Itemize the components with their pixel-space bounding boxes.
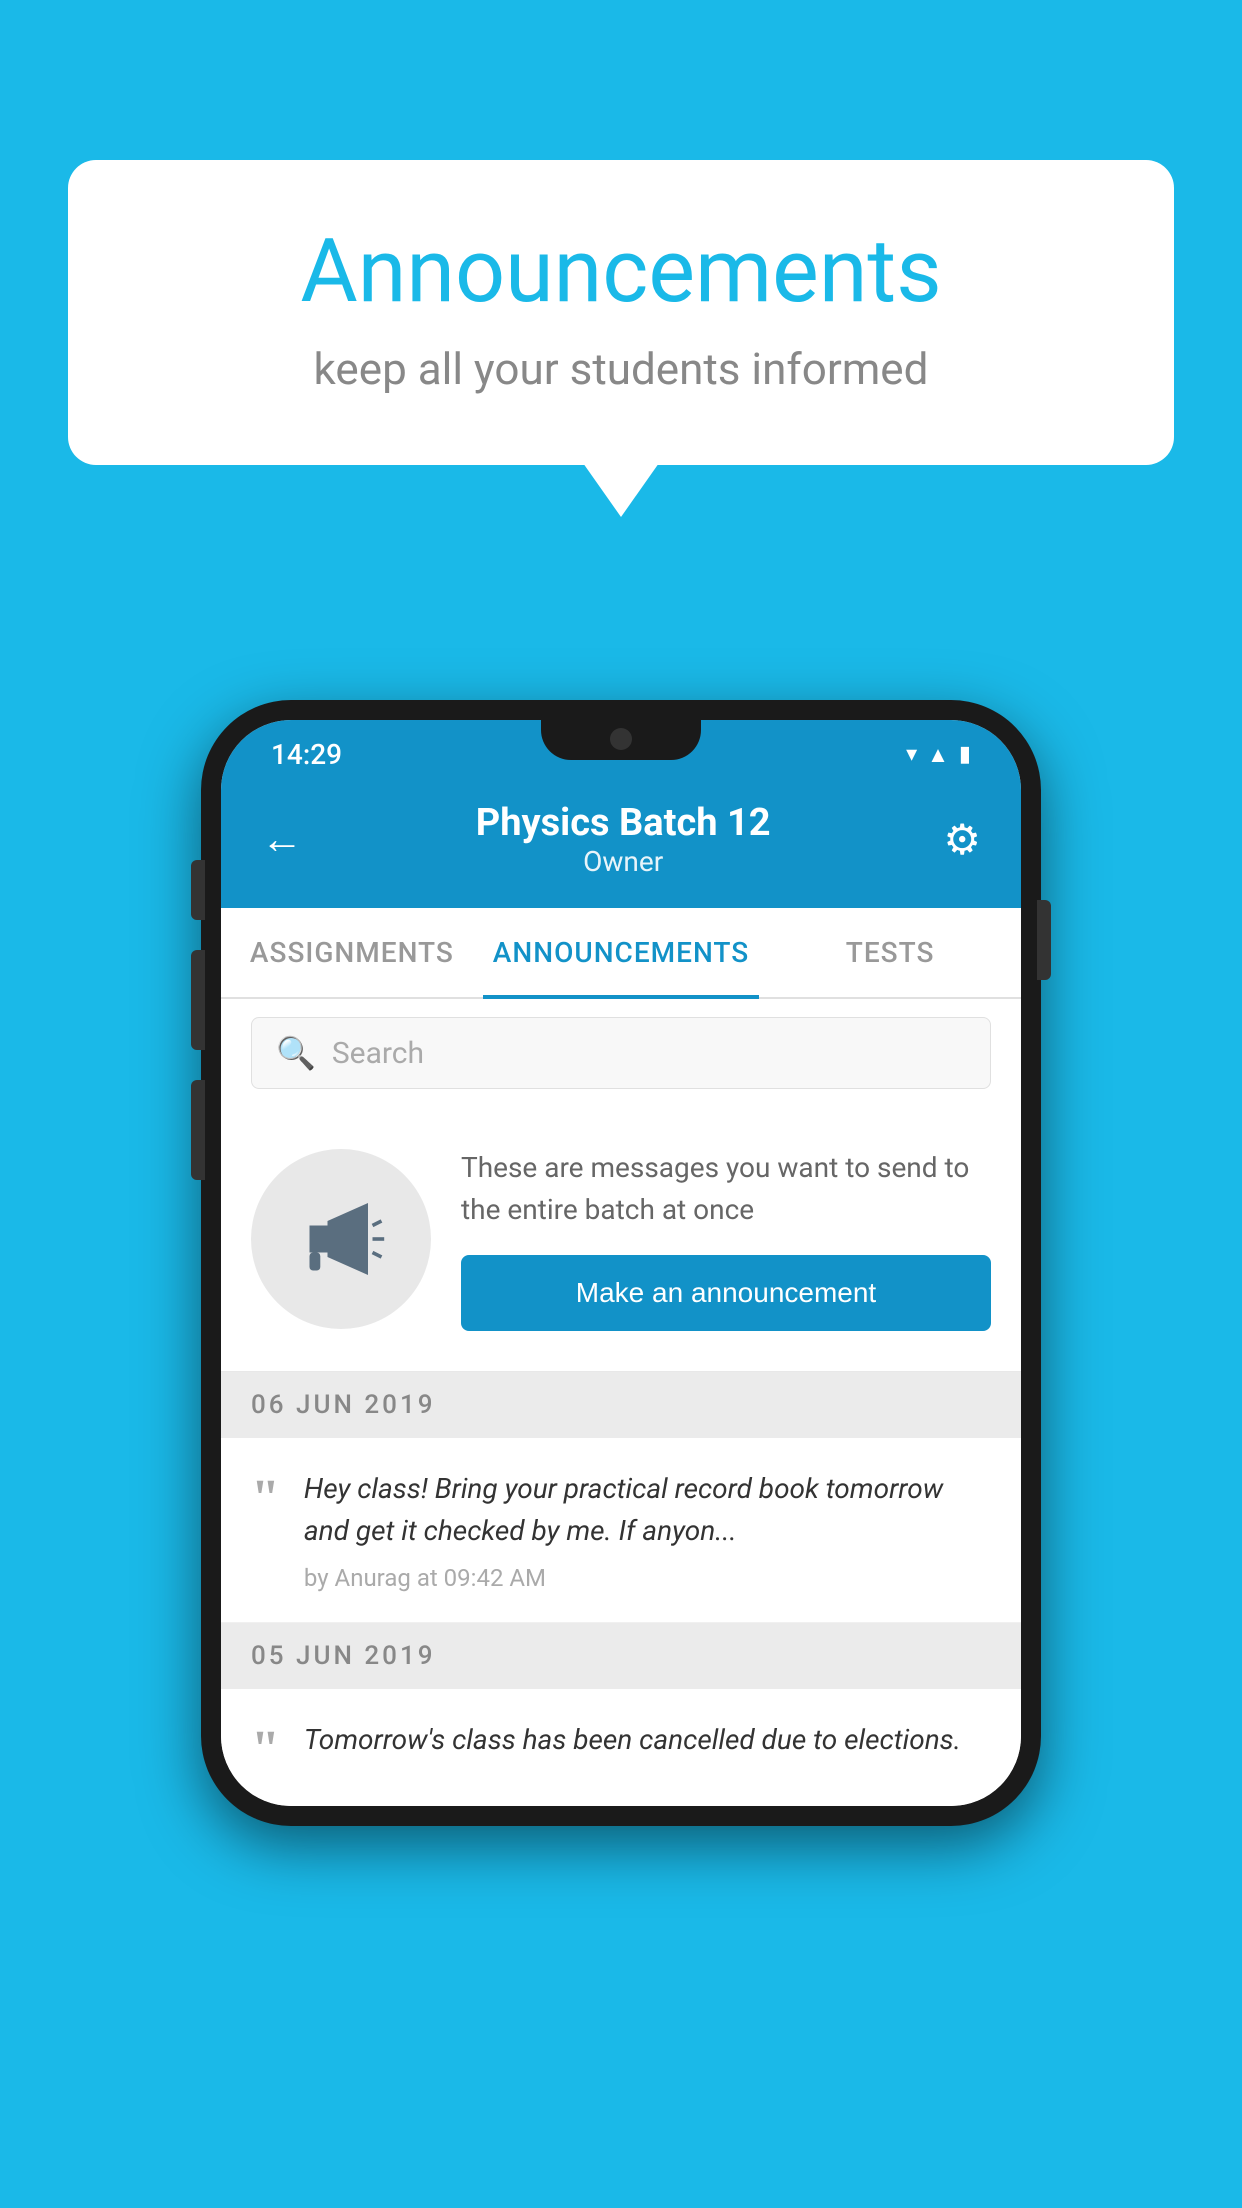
announcement-text-2: Tomorrow's class has been cancelled due … [304,1719,991,1761]
back-button[interactable]: ← [261,815,303,864]
search-container: 🔍 Search [221,999,1021,1107]
phone-button-left-2 [191,950,205,1050]
tab-announcements[interactable]: ANNOUNCEMENTS [483,908,759,997]
signal-icon: ▲ [927,742,949,768]
app-header: ← Physics Batch 12 Owner ⚙ [221,781,1021,908]
battery-icon: ▮ [959,742,971,767]
wifi-icon: ▾ [906,742,917,767]
speech-bubble-title: Announcements [148,220,1094,323]
search-bar[interactable]: 🔍 Search [251,1017,991,1089]
tab-tests[interactable]: TESTS [759,908,1021,997]
search-placeholder: Search [332,1036,424,1071]
tab-assignments[interactable]: ASSIGNMENTS [221,908,483,997]
batch-role: Owner [476,845,771,878]
status-time: 14:29 [271,738,342,771]
megaphone-circle [251,1149,431,1329]
announcement-text-1: Hey class! Bring your practical record b… [304,1468,991,1552]
speech-bubble-section: Announcements keep all your students inf… [68,160,1174,465]
phone-button-left-1 [191,860,205,920]
date-divider-2: 05 JUN 2019 [221,1623,1021,1689]
make-announcement-button[interactable]: Make an announcement [461,1255,991,1331]
announcement-item-2[interactable]: " Tomorrow's class has been cancelled du… [221,1689,1021,1806]
batch-title: Physics Batch 12 [476,801,771,845]
search-icon: 🔍 [276,1034,316,1072]
date-divider-1: 06 JUN 2019 [221,1372,1021,1438]
settings-icon[interactable]: ⚙ [943,815,981,865]
phone-mockup: 14:29 ▾ ▲ ▮ ← Physics Batch 12 Owner ⚙ [201,700,1041,1826]
megaphone-icon [296,1194,386,1284]
quote-icon-2: " [251,1724,280,1776]
phone-button-right [1037,900,1051,980]
phone-screen: 14:29 ▾ ▲ ▮ ← Physics Batch 12 Owner ⚙ [221,720,1021,1806]
announcement-meta-1: by Anurag at 09:42 AM [304,1564,991,1592]
header-title-area: Physics Batch 12 Owner [476,801,771,878]
speech-bubble-subtitle: keep all your students informed [148,343,1094,395]
prompt-right: These are messages you want to send to t… [461,1147,991,1331]
phone-camera [610,728,632,750]
tabs-bar: ASSIGNMENTS ANNOUNCEMENTS TESTS [221,908,1021,999]
phone-button-left-3 [191,1080,205,1180]
announcement-item-1[interactable]: " Hey class! Bring your practical record… [221,1438,1021,1623]
announcement-prompt: These are messages you want to send to t… [221,1107,1021,1372]
speech-bubble: Announcements keep all your students inf… [68,160,1174,465]
prompt-description: These are messages you want to send to t… [461,1147,991,1231]
quote-icon-1: " [251,1473,280,1525]
announcement-content-1: Hey class! Bring your practical record b… [304,1468,991,1592]
announcement-content-2: Tomorrow's class has been cancelled due … [304,1719,991,1773]
status-icons: ▾ ▲ ▮ [906,742,971,768]
